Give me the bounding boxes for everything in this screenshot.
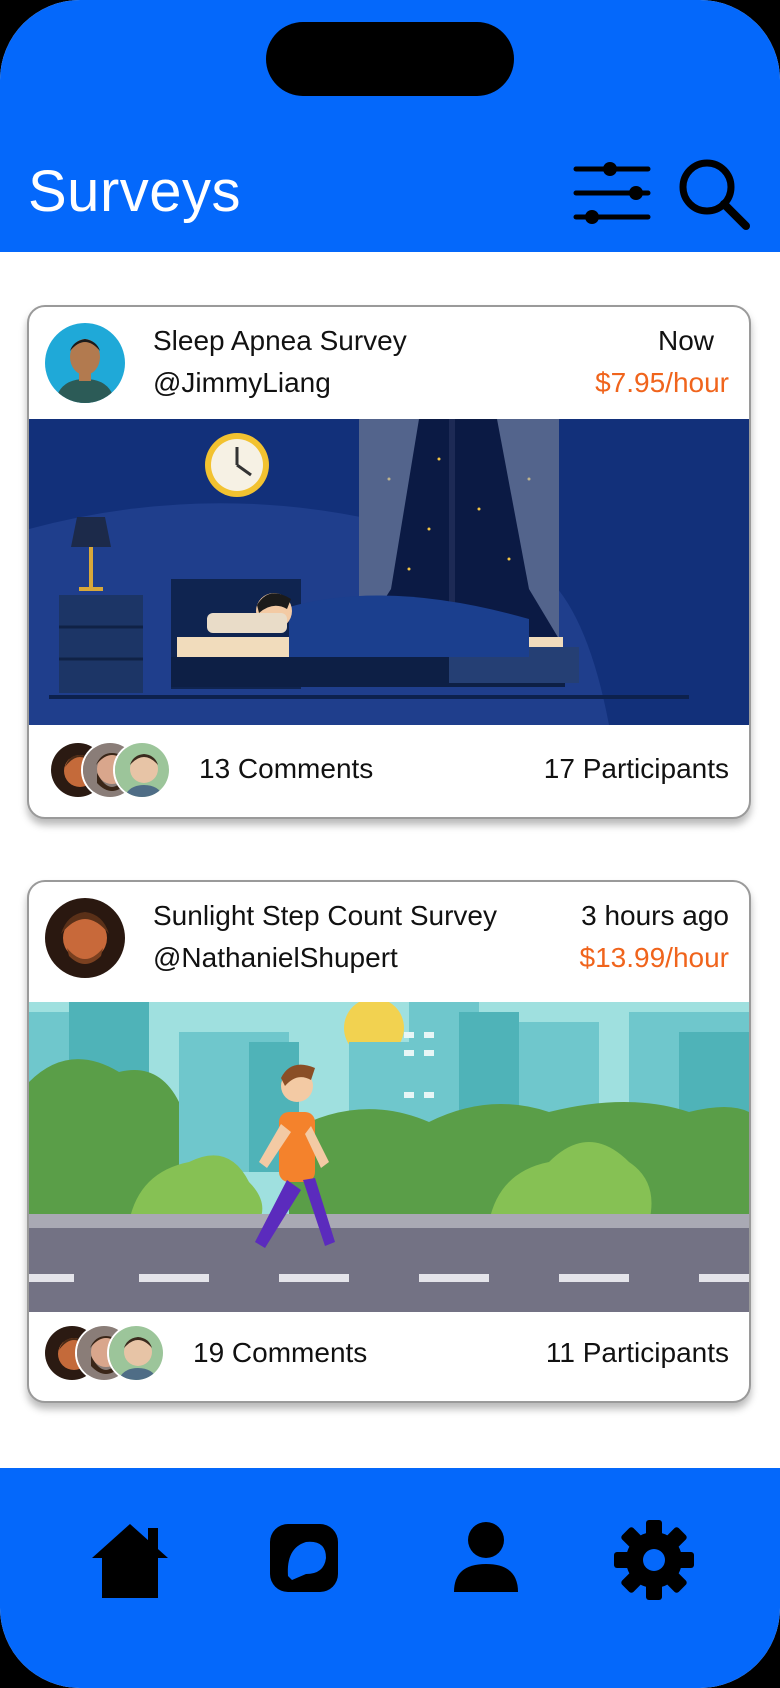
chat-icon [270, 1524, 338, 1592]
profile-icon [454, 1522, 518, 1592]
dynamic-island [266, 22, 514, 96]
bottom-nav [0, 1468, 780, 1688]
filter-button[interactable] [570, 160, 652, 226]
survey-title[interactable]: Sleep Apnea Survey [153, 325, 407, 357]
participants-count: 11 Participants [545, 1337, 729, 1368]
sleep-illustration [29, 419, 749, 725]
survey-time: Now [657, 325, 714, 356]
avatar [45, 898, 125, 978]
comments-count[interactable]: 13 Comments [199, 753, 373, 785]
participants-count: 17 Participants [543, 753, 729, 784]
nav-settings-button[interactable] [612, 1518, 696, 1602]
avatar [45, 323, 125, 403]
nav-messages-button[interactable] [266, 1518, 350, 1602]
participant-avatars [43, 1324, 173, 1384]
search-button[interactable] [676, 156, 752, 232]
survey-card[interactable]: Sunlight Step Count Survey @NathanielShu… [27, 880, 751, 1403]
participant-avatars [49, 741, 179, 801]
walking-illustration [29, 1002, 749, 1312]
survey-author[interactable]: @JimmyLiang [153, 367, 331, 399]
avatar [113, 741, 171, 799]
phone-screen: Surveys Sleep Apnea Survey @JimmyLiang N… [0, 0, 780, 1688]
survey-author[interactable]: @NathanielShupert [153, 942, 398, 974]
nav-home-button[interactable] [88, 1518, 172, 1602]
survey-pay: $13.99/hour [579, 942, 729, 973]
survey-title[interactable]: Sunlight Step Count Survey [153, 900, 497, 932]
home-icon [92, 1524, 168, 1598]
survey-time: 3 hours ago [581, 900, 729, 931]
search-icon [679, 159, 750, 230]
nav-profile-button[interactable] [444, 1518, 528, 1602]
app-header: Surveys [0, 0, 780, 252]
page-title: Surveys [28, 159, 242, 224]
survey-card[interactable]: Sleep Apnea Survey @JimmyLiang Now $7.95… [27, 305, 751, 819]
sliders-icon [573, 162, 651, 224]
settings-icon [614, 1520, 694, 1600]
survey-pay: $7.95/hour [595, 367, 729, 398]
comments-count[interactable]: 19 Comments [193, 1337, 367, 1369]
avatar [107, 1324, 165, 1382]
